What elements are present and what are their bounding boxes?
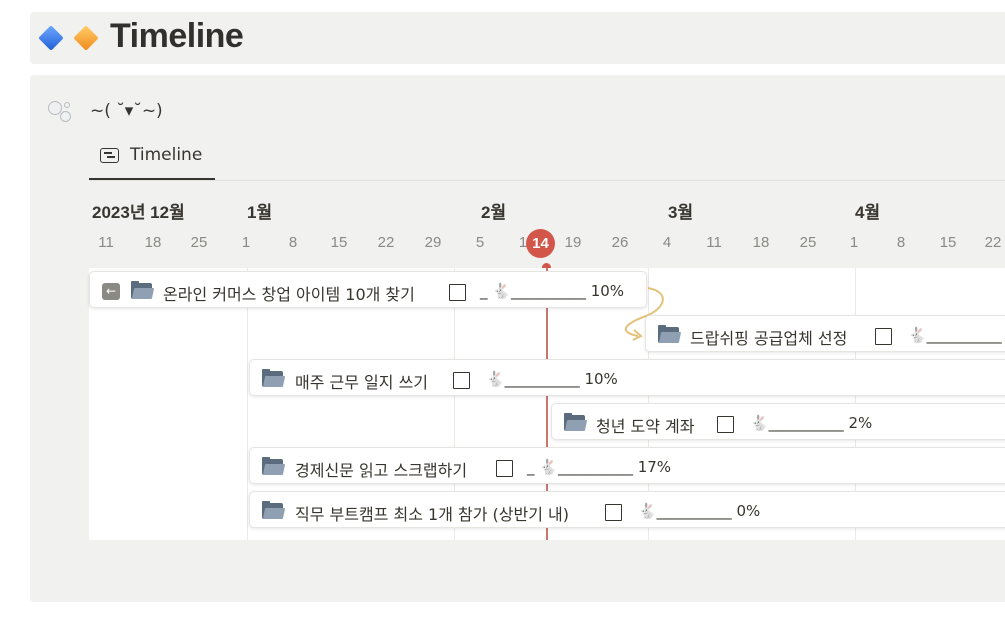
day-label: 4 xyxy=(662,234,672,251)
folder-icon xyxy=(131,281,155,299)
item-checkbox[interactable] xyxy=(449,284,466,301)
timeline-item[interactable]: 매주 근무 일지 쓰기 🐇__________ 10% xyxy=(249,359,1005,396)
item-progress: _ 🐇__________ 17% xyxy=(527,458,672,476)
page-header: Timeline xyxy=(30,12,1005,64)
day-label: 11 xyxy=(706,234,722,251)
back-arrow-icon[interactable]: ← xyxy=(102,283,120,300)
item-progress: 🐇__________ 2% xyxy=(750,414,873,432)
tab-divider xyxy=(89,180,1005,181)
day-label: 25 xyxy=(190,234,208,251)
folder-icon xyxy=(262,501,286,519)
month-label: 2월 xyxy=(481,203,507,222)
timeline-item[interactable]: 드랍쉬핑 공급업체 선정 🐇__________ xyxy=(645,315,1005,352)
timeline-item[interactable]: 직무 부트캠프 최소 1개 참가 (상반기 내) 🐇__________ 0% xyxy=(249,491,1005,528)
timeline-item[interactable]: 청년 도약 계좌 🐇__________ 2% xyxy=(551,403,1005,440)
day-label: 18 xyxy=(144,234,162,251)
item-title: 직무 부트캠프 최소 1개 참가 (상반기 내) xyxy=(295,505,569,524)
month-label: 2023년 12월 xyxy=(92,203,185,222)
day-label: 8 xyxy=(896,234,906,251)
item-title: 경제신문 읽고 스크랩하기 xyxy=(295,461,468,480)
tab-label: Timeline xyxy=(130,145,203,165)
day-label: 26 xyxy=(611,234,629,251)
day-label: 8 xyxy=(288,234,298,251)
month-gridline xyxy=(247,268,248,540)
folder-icon xyxy=(262,369,286,387)
timeline-item[interactable]: 경제신문 읽고 스크랩하기 _ 🐇__________ 17% xyxy=(249,447,1005,484)
item-progress: 🐇__________ 0% xyxy=(638,502,761,520)
day-label: 5 xyxy=(475,234,485,251)
day-label: 15 xyxy=(939,234,957,251)
day-label: 18 xyxy=(752,234,770,251)
orange-diamond-icon xyxy=(73,25,99,51)
item-progress: 🐇__________ 10% xyxy=(486,370,618,388)
item-checkbox[interactable] xyxy=(605,504,622,521)
month-label: 4월 xyxy=(855,203,881,222)
day-label: 22 xyxy=(377,234,395,251)
tab-timeline[interactable]: Timeline xyxy=(89,140,215,180)
page-title: Timeline xyxy=(110,17,244,55)
timeline-item[interactable]: ← 온라인 커머스 창업 아이템 10개 찾기 _ 🐇__________ 10… xyxy=(89,271,647,308)
item-checkbox[interactable] xyxy=(496,460,513,477)
day-label: 11 xyxy=(98,234,114,251)
item-progress: _ 🐇__________ 10% xyxy=(480,282,625,300)
day-label: 15 xyxy=(330,234,348,251)
bubbles-icon xyxy=(48,101,76,127)
blue-diamond-icon xyxy=(38,25,64,51)
panel-heading: ~( ˘▾˘~) xyxy=(90,101,163,121)
folder-icon xyxy=(262,457,286,475)
item-title: 청년 도약 계좌 xyxy=(596,417,695,436)
folder-icon xyxy=(564,413,588,431)
day-label: 22 xyxy=(984,234,1002,251)
item-checkbox[interactable] xyxy=(717,416,734,433)
day-label: 29 xyxy=(424,234,442,251)
month-label: 1월 xyxy=(247,203,273,222)
item-title: 온라인 커머스 창업 아이템 10개 찾기 xyxy=(163,285,415,304)
folder-icon xyxy=(658,325,682,343)
timeline-view-icon xyxy=(100,148,119,163)
day-label: 1 xyxy=(849,234,859,251)
day-label: 1 xyxy=(241,234,251,251)
item-checkbox[interactable] xyxy=(453,372,470,389)
item-title: 매주 근무 일지 쓰기 xyxy=(295,373,429,392)
day-label: 25 xyxy=(799,234,817,251)
month-label: 3월 xyxy=(668,203,694,222)
day-label: 19 xyxy=(564,234,582,251)
item-checkbox[interactable] xyxy=(875,328,892,345)
today-marker: 14 xyxy=(526,229,555,258)
item-title: 드랍쉬핑 공급업체 선정 xyxy=(690,329,848,348)
item-progress: 🐇__________ xyxy=(908,326,1002,344)
